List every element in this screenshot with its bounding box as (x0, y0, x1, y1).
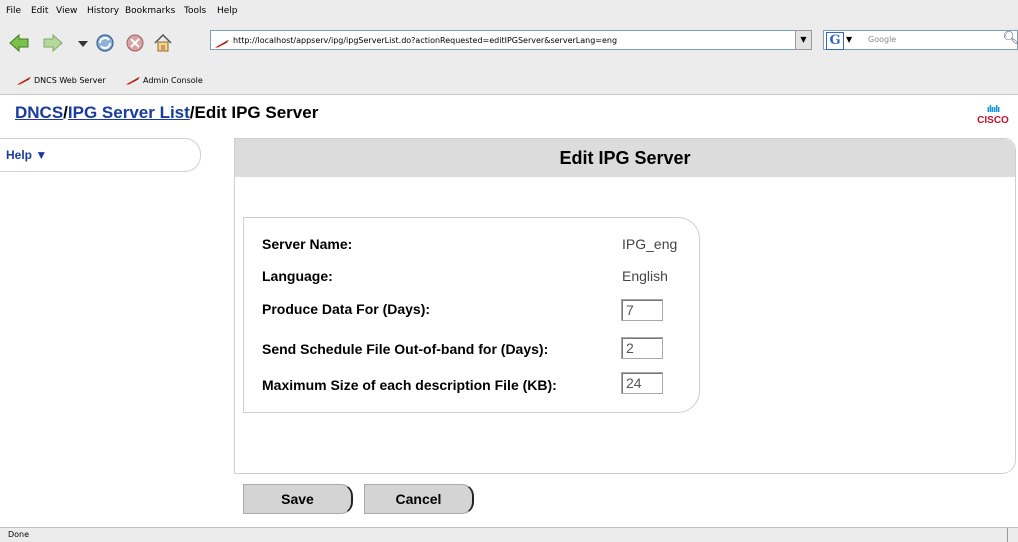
bookmark-dncs-web-server[interactable]: DNCS Web Server (17, 76, 106, 85)
max-size-label: Maximum Size of each description File (K… (262, 377, 557, 393)
url-dropdown-button[interactable]: ▼ (795, 30, 812, 50)
breadcrumb-current: Edit IPG Server (194, 103, 319, 122)
menu-tools[interactable]: Tools (184, 6, 206, 16)
resize-grip[interactable] (1007, 528, 1018, 542)
search-box[interactable]: G ▼ Google 🔍︎ (823, 30, 1018, 50)
send-schedule-label: Send Schedule File Out-of-band for (Days… (262, 341, 549, 357)
back-arrow-icon[interactable] (8, 32, 30, 54)
help-menu-label[interactable]: Help ▼ (6, 148, 47, 162)
server-name-value: IPG_eng (622, 236, 678, 252)
cancel-button[interactable]: Cancel (364, 484, 474, 514)
menu-bar: File Edit View History Bookmarks Tools H… (0, 0, 1018, 23)
produce-days-label: Produce Data For (Days): (262, 301, 431, 317)
produce-days-input[interactable] (621, 299, 663, 321)
menu-bookmarks[interactable]: Bookmarks (125, 6, 175, 16)
status-text: Done (8, 530, 30, 539)
help-menu[interactable]: Help ▼ (0, 138, 201, 172)
send-schedule-input[interactable] (621, 337, 663, 359)
menu-help[interactable]: Help (217, 6, 238, 16)
site-favicon-icon (215, 34, 229, 48)
breadcrumb-dncs-link[interactable]: DNCS (15, 103, 63, 122)
bookmark-admin-console[interactable]: Admin Console (126, 76, 203, 85)
bookmarks-toolbar: DNCS Web Server Admin Console (0, 64, 1018, 95)
url-text[interactable]: http://localhost/appserv/ipg/ipgServerLi… (233, 36, 617, 45)
status-bar: Done (0, 527, 1018, 542)
language-label: Language: (262, 268, 333, 284)
menu-history[interactable]: History (87, 6, 119, 16)
language-value: English (622, 268, 668, 284)
feather-icon (126, 76, 140, 85)
breadcrumb-ipg-server-list-link[interactable]: IPG Server List (68, 103, 190, 122)
reload-icon[interactable] (94, 32, 116, 54)
cisco-logo: ılıılı CISCO (976, 106, 1010, 130)
save-button[interactable]: Save (243, 484, 353, 514)
cisco-bars-icon: ılıılı (986, 105, 1001, 115)
menu-file[interactable]: File (6, 6, 21, 16)
panel-title: Edit IPG Server (559, 148, 691, 168)
menu-edit[interactable]: Edit (31, 6, 48, 16)
server-name-label: Server Name: (262, 236, 353, 252)
google-engine-icon[interactable]: G (826, 32, 844, 50)
feather-icon (17, 76, 31, 85)
search-placeholder: Google (868, 35, 897, 44)
stop-icon[interactable] (124, 32, 146, 54)
max-size-input[interactable] (621, 372, 663, 394)
panel-header: Edit IPG Server (235, 139, 1015, 177)
breadcrumb: DNCS/IPG Server List/Edit IPG Server (15, 103, 319, 122)
home-icon[interactable] (152, 32, 174, 54)
menu-view[interactable]: View (56, 6, 77, 16)
search-icon[interactable]: 🔍︎ (1002, 30, 1018, 48)
cisco-wordmark: CISCO (977, 115, 1009, 126)
address-bar[interactable]: http://localhost/appserv/ipg/ipgServerLi… (210, 30, 812, 50)
engine-dropdown-icon[interactable]: ▼ (846, 31, 852, 49)
history-dropdown-icon[interactable] (72, 32, 94, 54)
forward-arrow-icon[interactable] (42, 32, 64, 54)
